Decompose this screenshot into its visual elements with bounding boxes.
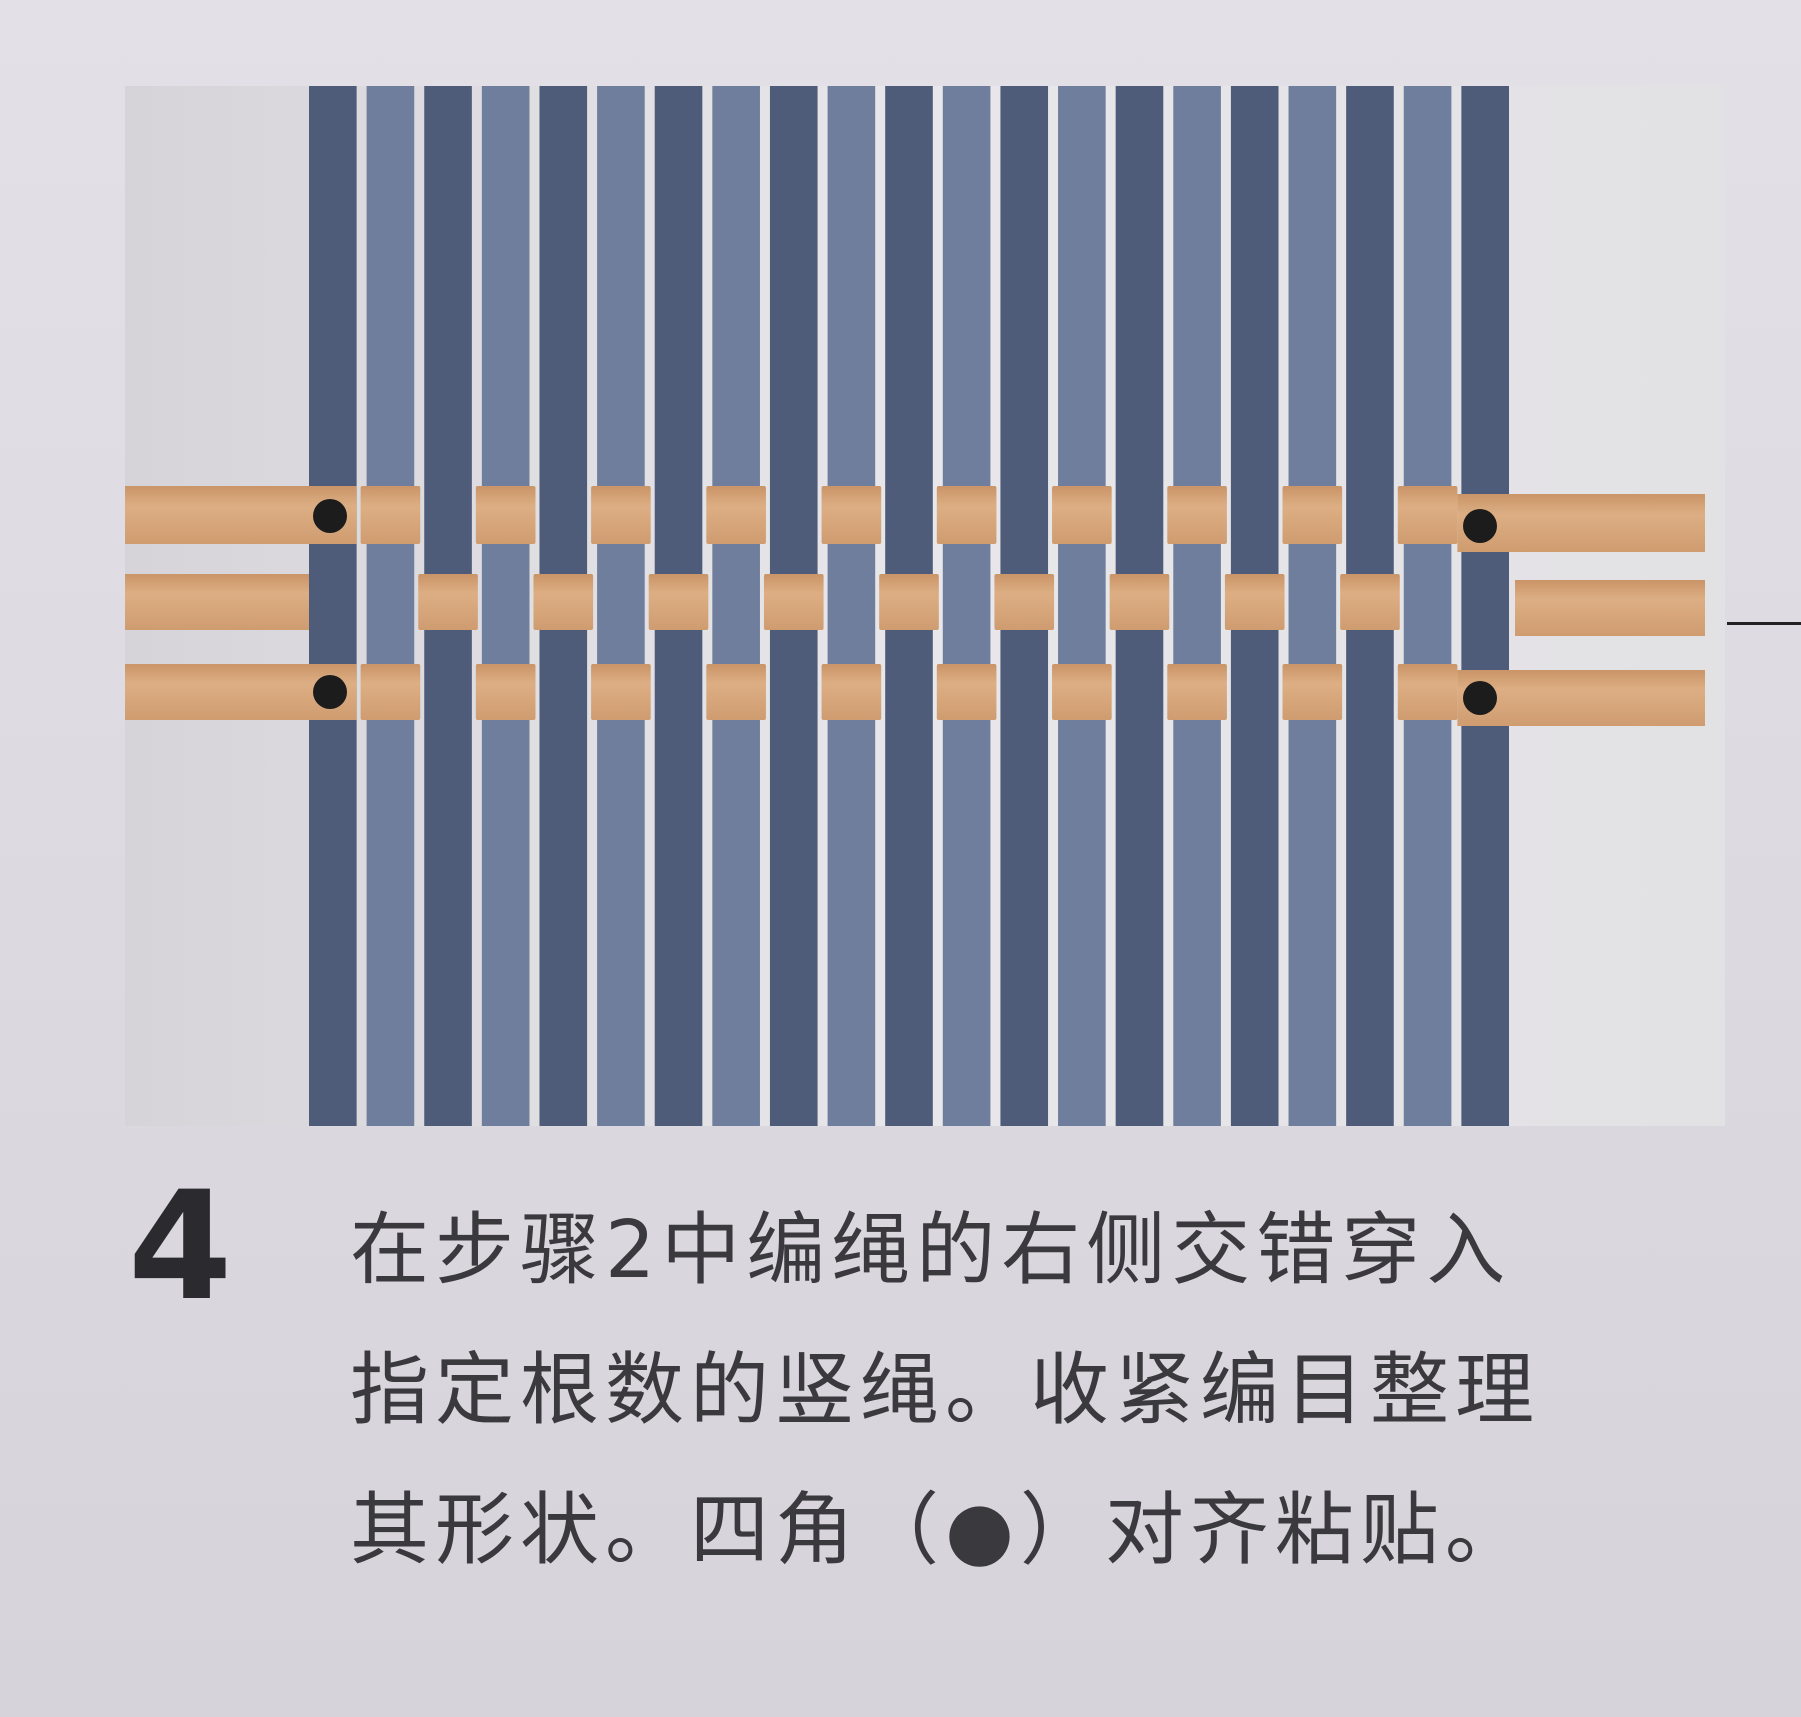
corner-dot-marker <box>313 499 347 533</box>
horizontal-strand-segment <box>360 664 421 720</box>
vertical-strand <box>1288 86 1337 1126</box>
horizontal-strand-segment <box>475 486 536 544</box>
horizontal-strand-segment <box>936 664 997 720</box>
instruction-line: 在步骤2中编绳的右侧交错穿入 <box>350 1204 1512 1296</box>
horizontal-strand-segment <box>936 486 997 544</box>
horizontal-strand-segment <box>879 574 939 630</box>
vertical-strand <box>942 86 991 1126</box>
weaving-photo <box>125 86 1725 1126</box>
horizontal-strand-segment <box>360 486 421 544</box>
instruction-line: 指定根数的竖绳。收紧编目整理 <box>350 1344 1540 1436</box>
horizontal-strand-segment <box>418 574 478 630</box>
vertical-strand <box>481 86 530 1126</box>
horizontal-strand-segment <box>1167 664 1227 720</box>
corner-dot-marker <box>313 675 347 709</box>
horizontal-strand-segment <box>1397 664 1458 720</box>
instruction-line: 其形状。四角（●）对齐粘贴。 <box>350 1484 1530 1576</box>
horizontal-strand-segment <box>648 574 709 630</box>
horizontal-strand-segment <box>706 486 766 544</box>
horizontal-strand-segment <box>1282 486 1343 544</box>
vertical-strand <box>827 86 876 1126</box>
vertical-strand <box>1403 86 1452 1126</box>
horizontal-strand-segment <box>1340 574 1400 630</box>
horizontal-strand-end <box>125 574 309 630</box>
horizontal-strand-segment <box>706 664 766 720</box>
horizontal-strand-segment <box>1052 664 1112 720</box>
horizontal-strand-segment <box>533 574 594 630</box>
horizontal-strand-segment <box>1397 486 1458 544</box>
horizontal-strand-segment <box>1167 486 1227 544</box>
horizontal-strand-segment <box>1109 574 1170 630</box>
vertical-strand <box>366 86 415 1126</box>
corner-dot-marker <box>1463 509 1497 543</box>
step-number: 4 <box>128 1160 233 1334</box>
vertical-strand <box>1173 86 1221 1126</box>
horizontal-strand-segment <box>821 664 882 720</box>
page-edge-rule <box>1727 622 1801 625</box>
horizontal-strand-end <box>1515 580 1705 636</box>
horizontal-strand-segment <box>1224 574 1285 630</box>
weaving-illustration <box>125 86 1725 1126</box>
instruction-text: 在步骤2中编绳的右侧交错穿入 指定根数的竖绳。收紧编目整理 其形状。四角（●）对… <box>350 1180 1750 1600</box>
horizontal-strand-segment <box>1052 486 1112 544</box>
vertical-strand <box>597 86 645 1126</box>
horizontal-strand-segment <box>1282 664 1343 720</box>
horizontal-strand-segment <box>591 664 651 720</box>
horizontal-strand-segment <box>475 664 536 720</box>
vertical-strand <box>712 86 760 1126</box>
horizontal-strand-segment <box>591 486 651 544</box>
corner-dot-marker <box>1463 681 1497 715</box>
instruction-page: 4 在步骤2中编绳的右侧交错穿入 指定根数的竖绳。收紧编目整理 其形状。四角（●… <box>0 0 1801 1717</box>
vertical-strand <box>309 86 357 1126</box>
horizontal-strand-segment <box>994 574 1055 630</box>
horizontal-strand-segment <box>763 574 824 630</box>
vertical-strand <box>1461 86 1509 1126</box>
vertical-strand <box>1058 86 1106 1126</box>
horizontal-strand-segment <box>821 486 882 544</box>
